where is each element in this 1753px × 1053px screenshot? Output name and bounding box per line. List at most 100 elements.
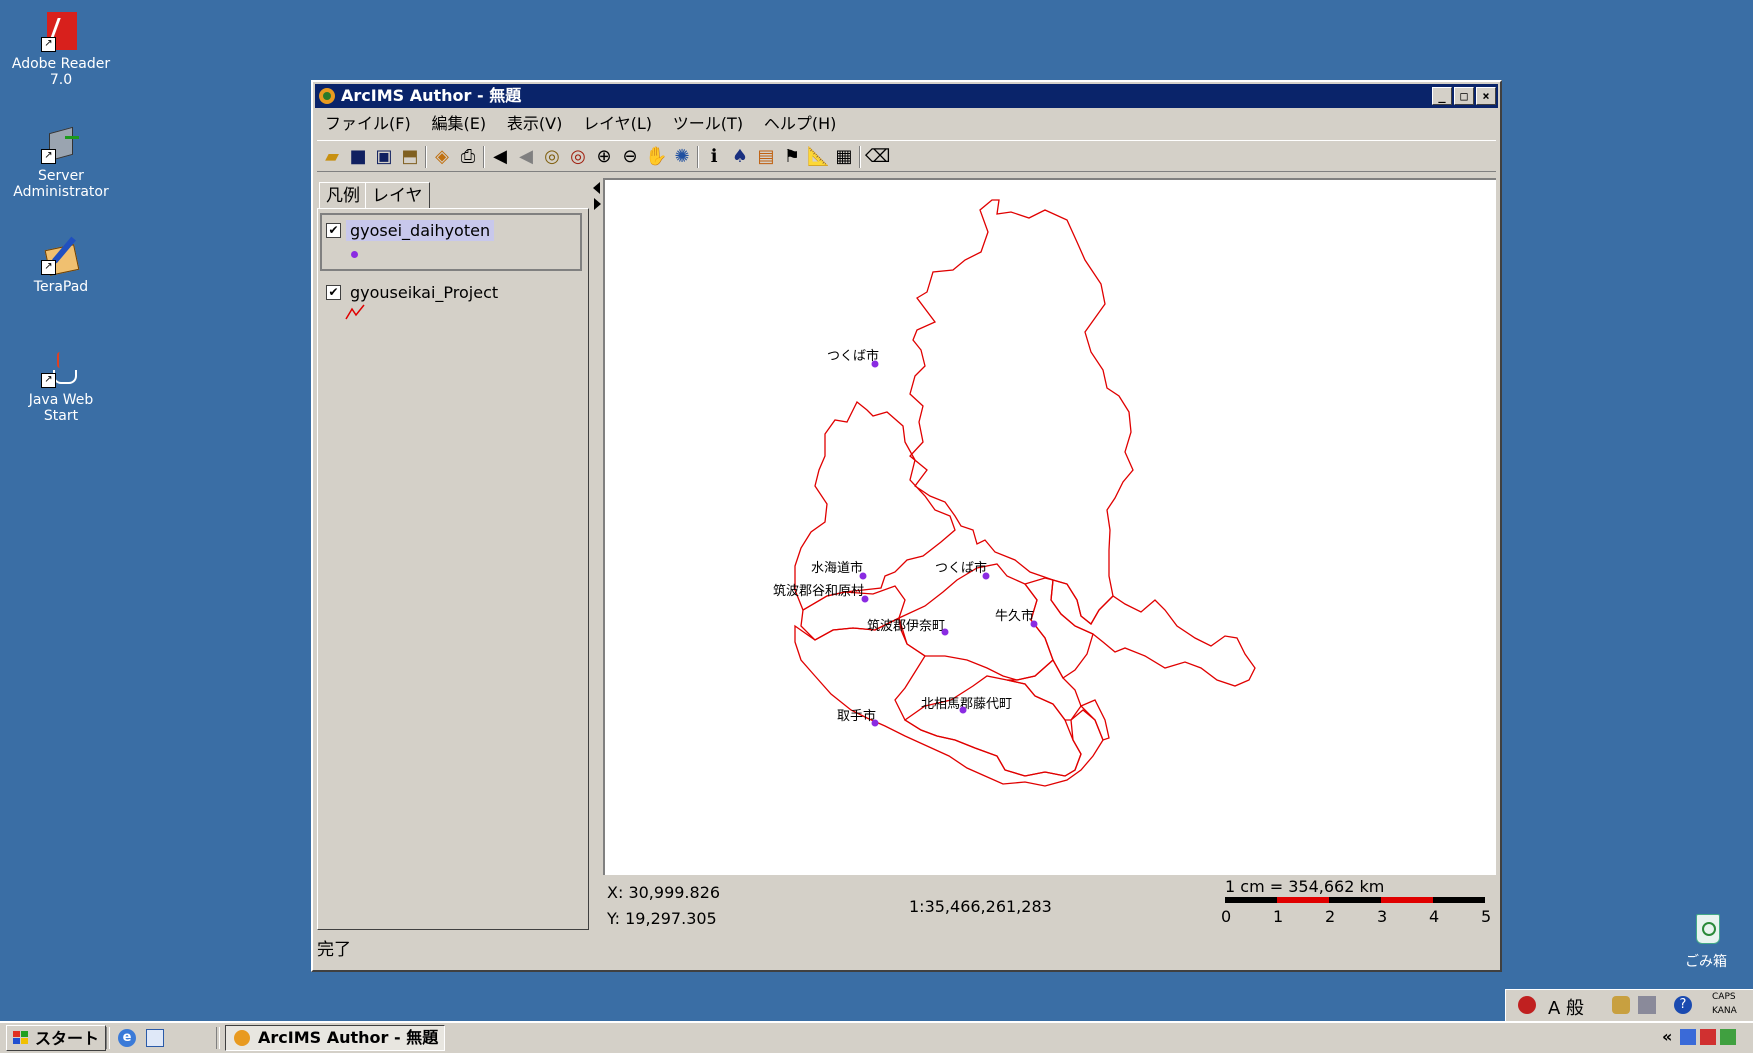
menu-edit[interactable]: 編集(E) [423,112,494,136]
arcims-app-icon [319,88,335,104]
desktop-icon-server-administrator[interactable]: ↗ Server Administrator [6,124,116,200]
save-as-icon[interactable]: ▣ [373,146,395,168]
map-label: 取手市 [837,708,876,724]
city-labels: つくば市 水海道市 筑波郡谷和原村 つくば市 筑波郡伊奈町 牛久市 北相馬郡藤代… [773,348,1034,724]
zoom-in-icon[interactable]: ⊕ [593,146,615,168]
toolbar-separator [859,146,861,168]
desktop-icon-recycle-bin[interactable]: ごみ箱 [1651,910,1753,970]
arcims-app-icon [234,1030,250,1046]
desktop-icon-java-web-start[interactable]: ↗ Java Web Start [6,348,116,424]
globe-icon[interactable]: ✺ [671,146,693,168]
map-label: 筑波郡伊奈町 [867,618,945,634]
desktop-icon-adobe-reader[interactable]: ↗ Adobe Reader 7.0 [6,12,116,88]
city-point[interactable] [959,706,967,714]
pan-icon[interactable]: ✋ [645,146,667,168]
start-button[interactable]: スタート [6,1025,107,1051]
open-icon[interactable]: ▰ [321,146,343,168]
layer-visibility-checkbox[interactable]: ✔ [326,285,341,300]
ime-mode[interactable]: A 般 [1548,994,1584,1020]
desktop-icon-label: ごみ箱 [1685,954,1727,970]
menu-help[interactable]: ヘルプ(H) [756,112,845,136]
zoom-next-icon[interactable]: ◀ [515,146,537,168]
toolbar-separator [483,146,485,168]
map-footer: X: 30,999.826 Y: 19,297.305 1:35,466,261… [603,875,1496,931]
tray-expand-button[interactable]: « [1662,1027,1672,1046]
menu-tools[interactable]: ツール(T) [665,112,751,136]
city-point[interactable] [871,360,879,368]
scale-ratio: 1:35,466,261,283 [909,897,1052,916]
monitor-icon[interactable] [1720,1029,1736,1045]
scale-tick-label: 4 [1429,907,1440,926]
taskbar-button-arcims[interactable]: ArcIMS Author - 無題 [225,1025,445,1051]
minimize-button[interactable]: _ [1432,87,1452,105]
legend-panel: 凡例 レイヤ ✔ gyosei_daihyoten ✔ gyouseikai_P… [317,178,589,930]
legend-list: ✔ gyosei_daihyoten ✔ gyouseikai_Project [317,208,589,930]
city-point[interactable] [859,572,867,580]
zoom-previous-icon[interactable]: ◀ [489,146,511,168]
map-label: 水海道市 [811,560,863,576]
internet-explorer-icon[interactable]: e [118,1029,136,1047]
query-icon[interactable]: ▤ [755,146,777,168]
menu-view[interactable]: 表示(V) [499,112,570,136]
security-icon[interactable] [1700,1029,1716,1045]
eraser-icon[interactable]: ⌫ [865,146,890,168]
title-bar[interactable]: ArcIMS Author - 無題 _ □ × [315,84,1498,108]
java-icon: ↗ [41,348,81,388]
close-button[interactable]: × [1476,87,1496,105]
expand-right-arrow-icon[interactable] [594,198,601,210]
desktop-icon-label: Java Web Start [28,392,94,424]
toolbar-separator [425,146,427,168]
desktop-icon-label: Adobe Reader 7.0 [11,56,111,88]
map-label: つくば市 [935,560,987,576]
city-point[interactable] [941,628,949,636]
measure-icon[interactable]: 📐 [807,146,829,168]
zoom-out-icon[interactable]: ⊖ [619,146,641,168]
city-point[interactable] [861,595,869,603]
map-view[interactable]: つくば市 水海道市 筑波郡谷和原村 つくば市 筑波郡伊奈町 牛久市 北相馬郡藤代… [603,178,1496,875]
menu-layer[interactable]: レイヤ(L) [575,112,660,136]
tab-layers[interactable]: レイヤ [365,182,430,208]
help-icon[interactable]: ? [1674,996,1692,1014]
layer-name: gyouseikai_Project [350,283,499,302]
map-canvas[interactable]: つくば市 水海道市 筑波郡谷和原村 つくば市 筑波郡伊奈町 牛久市 北相馬郡藤代… [605,180,1496,875]
ime-pad-icon[interactable] [1612,996,1630,1014]
menu-file[interactable]: ファイル(F) [317,112,419,136]
line-symbol-icon [345,304,365,320]
ime-icon[interactable] [1518,996,1536,1014]
collapse-left-arrow-icon[interactable] [593,182,600,194]
layer-visibility-checkbox[interactable]: ✔ [326,223,341,238]
desktop-icon-terapad[interactable]: ↗ TeraPad [6,235,116,295]
toolbar: ▰ ■ ▣ ⬒ ◈ ⎙ ◀ ◀ ◎ ◎ ⊕ ⊖ ✋ ✺ ℹ ♠ ▤ ⚑ 📐 ▦ … [317,140,1496,172]
export-icon[interactable]: ⬒ [399,146,421,168]
point-symbol-icon [351,251,358,258]
zoom-active-layer-icon[interactable]: ◎ [567,146,589,168]
network-icon[interactable] [1680,1029,1696,1045]
city-point[interactable] [1030,620,1038,628]
tab-legend[interactable]: 凡例 [319,182,367,208]
scale-tick-label: 5 [1481,907,1492,926]
zoom-full-icon[interactable]: ◎ [541,146,563,168]
ime-tool-icon[interactable] [1638,996,1656,1014]
add-layer-icon[interactable]: ◈ [431,146,453,168]
show-desktop-icon[interactable] [146,1029,164,1047]
find-icon[interactable]: ♠ [729,146,751,168]
map-label: 筑波郡谷和原村 [773,583,864,599]
scale-tick-label: 2 [1325,907,1336,926]
save-icon[interactable]: ■ [347,146,369,168]
properties-icon[interactable]: ▦ [833,146,855,168]
print-icon[interactable]: ⎙ [457,146,479,168]
arcims-author-window: ArcIMS Author - 無題 _ □ × ファイル(F) 編集(E) 表… [311,80,1502,972]
city-point[interactable] [871,719,879,727]
hyperlink-icon[interactable]: ⚑ [781,146,803,168]
status-bar: 完了 [317,937,1496,963]
maximize-button[interactable]: □ [1454,87,1474,105]
identify-icon[interactable]: ℹ [703,146,725,168]
taskbar-separator [216,1027,220,1049]
language-bar: A 般 ? CAPS KANA [1505,989,1753,1021]
window-title: ArcIMS Author - 無題 [341,86,522,105]
x-coordinate: X: 30,999.826 [607,883,721,902]
windows-logo-icon [13,1031,29,1045]
toolbar-separator [697,146,699,168]
city-point[interactable] [982,572,990,580]
caps-indicator: CAPS [1712,992,1736,1002]
